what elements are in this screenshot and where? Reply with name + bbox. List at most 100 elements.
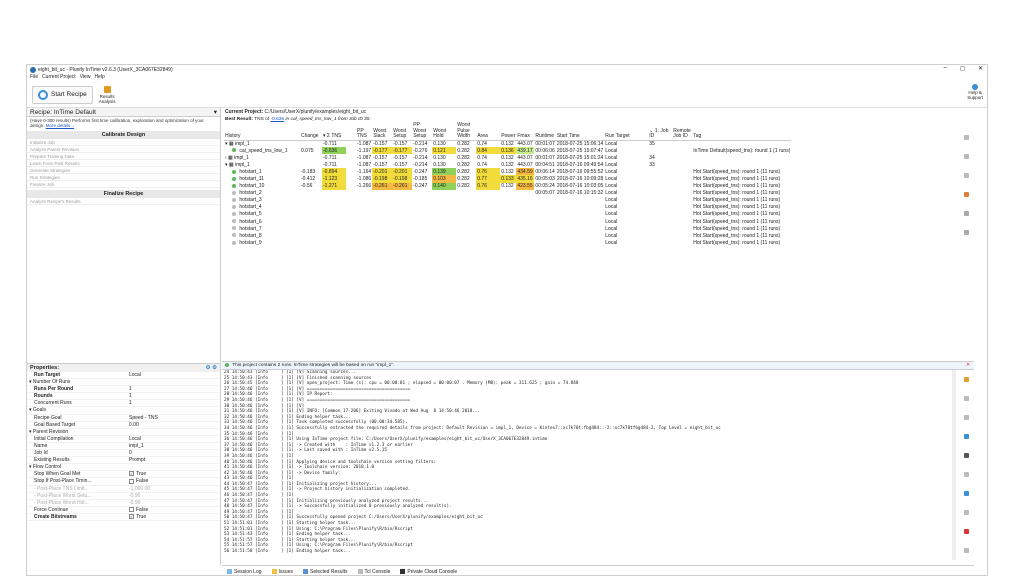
- property-row[interactable]: ▾ Goals: [27, 407, 220, 415]
- history-column-header[interactable]: Start Time: [555, 123, 605, 141]
- history-column-header[interactable]: ▾ Σ TNS: [322, 123, 346, 141]
- menu-view[interactable]: View: [80, 74, 91, 82]
- property-row[interactable]: Name impl_1: [27, 443, 220, 451]
- history-column-header[interactable]: Fmax: [516, 123, 535, 141]
- checkbox-unchecked[interactable]: [129, 506, 134, 512]
- history-row[interactable]: › ▦ impl_1 -0.711 -1.087 -0.157 -0.157 -0.214…: [224, 154, 791, 161]
- bottom-tab[interactable]: Tcl Console: [357, 569, 390, 575]
- history-column-header[interactable]: PP TNS: [356, 123, 373, 141]
- property-row[interactable]: - Post-Place Worst Setu... -0.90: [27, 493, 220, 500]
- person-icon[interactable]: [963, 211, 969, 216]
- bottom-tab[interactable]: Selected Results: [302, 569, 348, 575]
- console-tool-icon-5[interactable]: [963, 472, 969, 477]
- history-row[interactable]: hotstart_5 Local Hot Start(speed_tns): rou…: [224, 211, 791, 218]
- close-button[interactable]: ✕: [978, 65, 983, 72]
- history-row[interactable]: cal_speed_tns_low_1 0.075 -0.636 -1.197 -0.1…: [224, 147, 791, 155]
- history-column-header[interactable]: Worst Setup: [392, 123, 413, 141]
- property-row[interactable]: Goal Based Target 0.00: [27, 422, 220, 429]
- history-column-header[interactable]: Runtime: [534, 123, 556, 141]
- history-column-header[interactable]: Worst Pulse Width: [456, 122, 477, 141]
- history-row[interactable]: hotstart_3 Local Hot Start(speed_tns): rou…: [224, 197, 791, 204]
- tool-icon[interactable]: [963, 192, 969, 197]
- property-row[interactable]: Stop If Post-Place Timin... False: [27, 478, 220, 486]
- history-row[interactable]: hotstart_2 00:05:07 2018-07-16 10:15:32 Loc…: [224, 190, 791, 197]
- console-scrollbar[interactable]: [952, 370, 956, 560]
- property-row[interactable]: Create Bitstreams ✓ True: [27, 514, 220, 521]
- history-row[interactable]: hotstart_11 -0.412 -1.123 -1.086 -0.198 -0.19…: [224, 175, 791, 183]
- properties-tools-icon[interactable]: ⚙ ⚙: [206, 365, 217, 371]
- property-value[interactable]: -1,000.00: [127, 486, 220, 492]
- property-value[interactable]: [127, 464, 220, 470]
- history-column-header[interactable]: Power: [500, 123, 517, 141]
- property-row[interactable]: Stop When Goal Met ✓ True: [27, 471, 220, 479]
- bottom-tab[interactable]: Private Cloud Console: [400, 569, 457, 575]
- history-row[interactable]: hotstart_10 -0.56 -1.271 -1.266 -0.261 -0.261…: [224, 182, 791, 190]
- property-row[interactable]: ▾ Number Of Runs: [27, 379, 220, 387]
- property-row[interactable]: Rounds 1: [27, 393, 220, 401]
- bottom-tab[interactable]: Session Log: [227, 569, 262, 575]
- history-row[interactable]: hotstart_9 Local Hot Start(speed_tns): rou…: [224, 239, 791, 246]
- best-result-value-link[interactable]: -0.636: [271, 117, 285, 122]
- history-column-header[interactable]: History: [224, 123, 300, 141]
- console-tool-icon-7[interactable]: [963, 529, 969, 534]
- property-value[interactable]: -0.90: [127, 493, 220, 499]
- property-value[interactable]: impl_1: [127, 443, 220, 449]
- history-column-header[interactable]: PP Worst Setup: [412, 122, 433, 141]
- property-row[interactable]: - Post-Place TNS Limit... -1,000.00: [27, 486, 220, 493]
- property-value[interactable]: 1: [127, 386, 220, 392]
- history-column-header[interactable]: Run Target: [604, 123, 649, 141]
- property-value[interactable]: False: [127, 507, 220, 513]
- property-value[interactable]: Speed - TNS: [127, 415, 220, 421]
- history-column-header[interactable]: Remote Job ID: [672, 123, 693, 141]
- history-row[interactable]: ▾ ▦ impl_1 -0.711 -1.087 -0.157 -0.157 -0.214…: [224, 140, 791, 147]
- property-row[interactable]: ▾ Flow Control: [27, 464, 220, 472]
- console-tool-icon-2[interactable]: [963, 396, 969, 401]
- property-row[interactable]: Recipe Goal Speed - TNS: [27, 415, 220, 422]
- session-log-console[interactable]: 24 14:50:43 [Info ] [1] [V] Scanning sou…: [222, 369, 974, 561]
- property-row[interactable]: Initial Compilation Local: [27, 436, 220, 443]
- filter-icon[interactable]: [963, 135, 969, 140]
- property-value[interactable]: 0.00: [127, 422, 220, 428]
- checkbox-checked[interactable]: ✓: [129, 471, 134, 477]
- history-column-header[interactable]: Worst Hold: [432, 123, 457, 141]
- property-value[interactable]: False: [127, 478, 220, 484]
- history-row[interactable]: ▾ ▦ impl_1 -0.711 -1.087 -0.157 -0.157 -0.214…: [224, 161, 791, 168]
- property-value[interactable]: Local: [127, 436, 220, 442]
- history-column-header[interactable]: Worst Slack: [372, 123, 393, 141]
- history-row[interactable]: hotstart_1 -0.183 -0.894 -1.164 -0.201 -0.201…: [224, 168, 791, 176]
- console-tool-icon-4[interactable]: [963, 434, 969, 439]
- more-details-link[interactable]: More details...: [46, 123, 74, 128]
- history-column-header[interactable]: Change: [300, 123, 322, 141]
- property-value[interactable]: [127, 429, 220, 435]
- property-value[interactable]: -0.90: [127, 500, 220, 506]
- history-column-header[interactable]: ⌄ 1: Job ID: [648, 123, 673, 141]
- console-tool-icon-6[interactable]: [963, 510, 969, 515]
- results-analysis-button[interactable]: Results Analysis: [99, 85, 116, 104]
- history-column-header[interactable]: Area: [476, 123, 501, 141]
- arrow-icon[interactable]: [963, 154, 969, 159]
- property-value[interactable]: [127, 379, 220, 385]
- history-row[interactable]: hotstart_7 Local Hot Start(speed_tns): rou…: [224, 225, 791, 232]
- wrap-icon[interactable]: [963, 491, 969, 496]
- help-support-button[interactable]: Help & Support: [967, 84, 983, 100]
- property-value[interactable]: 1: [127, 400, 220, 406]
- property-row[interactable]: Job Id 0: [27, 450, 220, 458]
- console-tool-icon-8[interactable]: [963, 548, 969, 553]
- recipe-selector[interactable]: Recipe: InTime Default ▾: [27, 108, 220, 117]
- console-tool-icon-3[interactable]: [963, 415, 969, 420]
- save-icon[interactable]: [963, 453, 969, 458]
- bottom-tab[interactable]: Issues: [271, 569, 293, 575]
- menu-current-project[interactable]: Current Project: [42, 74, 76, 82]
- history-row[interactable]: hotstart_8 Local Hot Start(speed_tns): rou…: [224, 232, 791, 239]
- property-row[interactable]: Existing Results Prompt: [27, 457, 220, 465]
- history-row[interactable]: hotstart_4 Local Hot Start(speed_tns): rou…: [224, 204, 791, 211]
- property-value[interactable]: 0: [127, 450, 220, 456]
- property-value[interactable]: 1: [127, 393, 220, 399]
- checkbox-checked[interactable]: ✓: [129, 514, 134, 520]
- property-value[interactable]: ✓ True: [127, 514, 220, 520]
- property-row[interactable]: Force Continue False: [27, 507, 220, 514]
- menu-file[interactable]: File: [30, 74, 38, 82]
- checkbox-unchecked[interactable]: [129, 478, 134, 484]
- property-row[interactable]: Run Target Local: [27, 372, 220, 380]
- person-icon-2[interactable]: [963, 230, 969, 235]
